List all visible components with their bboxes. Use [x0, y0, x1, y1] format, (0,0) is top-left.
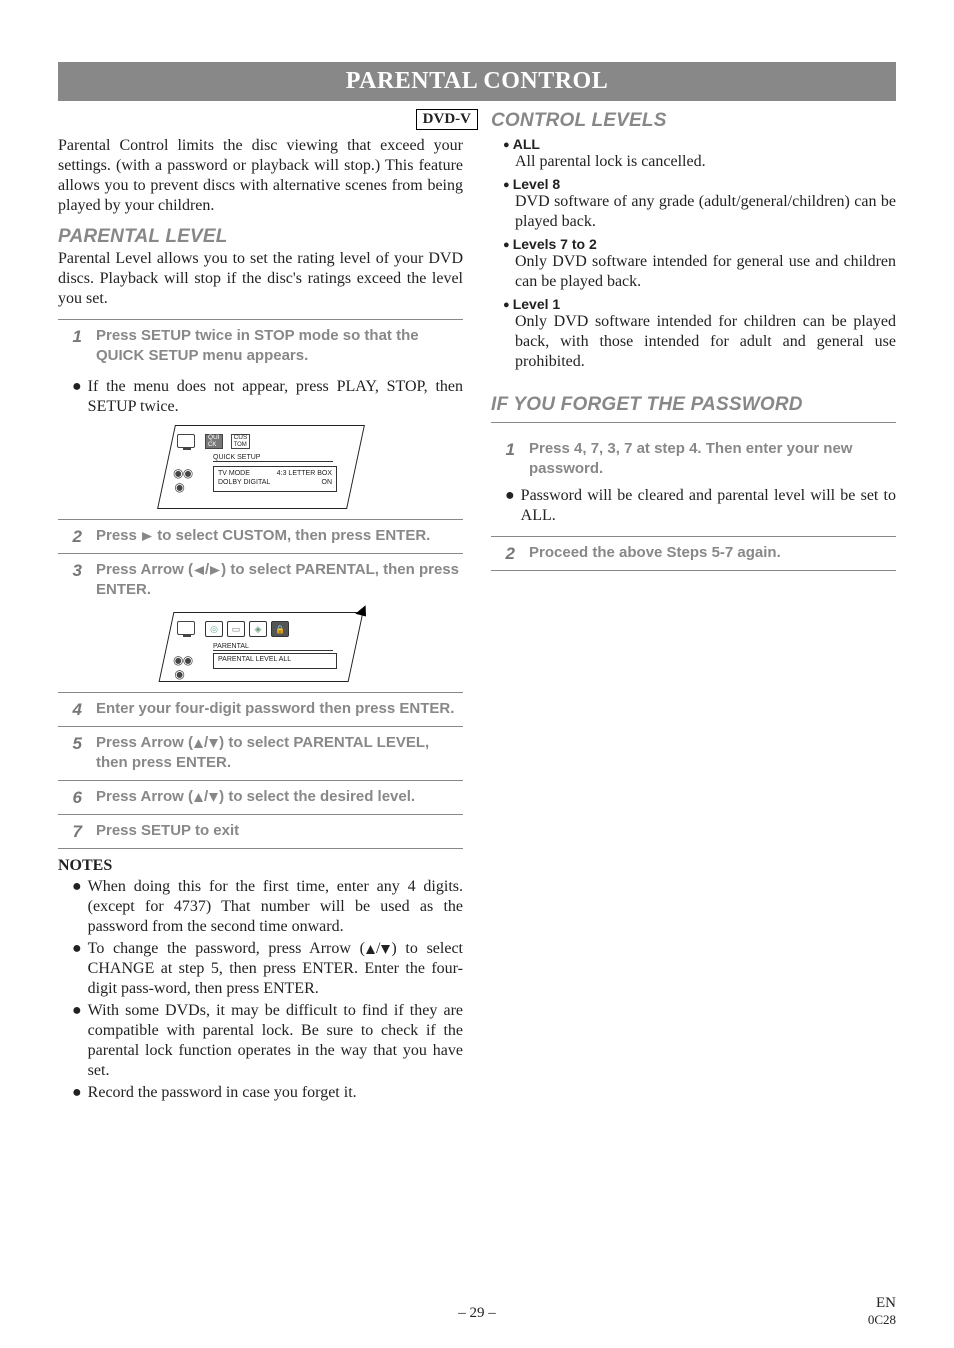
left-arrow-icon: [193, 565, 205, 576]
step-number: 1: [58, 326, 82, 347]
level-all-desc: All parental lock is cancelled.: [515, 152, 896, 172]
forget-password-heading: IF YOU FORGET THE PASSWORD: [491, 394, 896, 416]
level-7-2-desc: Only DVD software intended for general u…: [515, 252, 896, 292]
step-7: 7 Press SETUP to exit: [58, 814, 463, 849]
step-text: Enter your four-digit password then pres…: [96, 699, 463, 719]
fp-note: ● Password will be cleared and parental …: [505, 486, 896, 526]
level-8-heading: Level 8: [503, 176, 896, 192]
fp-note-text: Password will be cleared and parental le…: [521, 486, 896, 526]
up-arrow-icon: [193, 738, 204, 749]
parental-level-desc: Parental Level allows you to set the rat…: [58, 249, 463, 309]
notes-heading: NOTES: [58, 857, 463, 875]
quick-setup-diagram: ◉ ◉ ◉ QUICK CUSTOM QUICK SETUP TV MODE4:…: [58, 425, 463, 509]
left-column: Parental Control limits the disc viewing…: [58, 136, 463, 1105]
dvdv-badge: DVD-V: [416, 109, 478, 130]
up-arrow-icon: [193, 792, 204, 803]
step-text: Proceed the above Steps 5-7 again.: [529, 543, 896, 563]
step-number: 5: [58, 733, 82, 754]
level-1-desc: Only DVD software intended for children …: [515, 312, 896, 372]
step-3: 3 Press Arrow (/) to select PARENTAL, th…: [58, 553, 463, 607]
step-text: Press Arrow (/) to select PARENTAL LEVEL…: [96, 733, 463, 774]
right-arrow-icon: [141, 531, 153, 542]
step-number: 1: [491, 439, 515, 460]
step-text: Press Arrow (/) to select PARENTAL, then…: [96, 560, 463, 601]
step-number: 3: [58, 560, 82, 581]
step-number: 7: [58, 821, 82, 842]
step-text: Press SETUP to exit: [96, 821, 463, 841]
down-arrow-icon: [380, 944, 391, 955]
step-number: 2: [491, 543, 515, 564]
step-5: 5 Press Arrow (/) to select PARENTAL LEV…: [58, 726, 463, 780]
right-arrow-icon: [209, 565, 221, 576]
step-2: 2 Press to select CUSTOM, then press ENT…: [58, 519, 463, 553]
step1-note-text: If the menu does not appear, press PLAY,…: [88, 377, 463, 417]
level-all-heading: ALL: [503, 136, 896, 152]
level-1-heading: Level 1: [503, 296, 896, 312]
fp-step-1: 1 Press 4, 7, 3, 7 at step 4. Then enter…: [491, 433, 896, 486]
intro-text: Parental Control limits the disc viewing…: [58, 136, 463, 216]
page-banner: PARENTAL CONTROL: [58, 62, 896, 101]
step-4: 4 Enter your four-digit password then pr…: [58, 692, 463, 726]
parental-level-heading: PARENTAL LEVEL: [58, 226, 463, 248]
step-number: 4: [58, 699, 82, 720]
note-text: With some DVDs, it may be difficult to f…: [88, 1001, 463, 1081]
step-6: 6 Press Arrow (/) to select the desired …: [58, 780, 463, 814]
step-number: 2: [58, 526, 82, 547]
parental-diagram: ◉ ◉ ◉ ◎ ▭ ◈ 🔒 PARENTAL PARENTAL LEVEL AL…: [58, 612, 463, 682]
right-column: CONTROL LEVELS ALL All parental lock is …: [491, 136, 896, 1105]
step-text: Press SETUP twice in STOP mode so that t…: [96, 326, 463, 367]
down-arrow-icon: [208, 738, 219, 749]
page-number: – 29 –: [0, 1305, 954, 1322]
fp-step-2: 2 Proceed the above Steps 5-7 again.: [491, 536, 896, 571]
notes-list: ●When doing this for the first time, ent…: [58, 877, 463, 1103]
level-8-desc: DVD software of any grade (adult/general…: [515, 192, 896, 232]
step-number: 6: [58, 787, 82, 808]
step1-note: ● If the menu does not appear, press PLA…: [72, 377, 463, 417]
step-text: Press to select CUSTOM, then press ENTER…: [96, 526, 463, 546]
control-levels-heading: CONTROL LEVELS: [491, 110, 896, 132]
level-7-2-heading: Levels 7 to 2: [503, 236, 896, 252]
step-text: Press Arrow (/) to select the desired le…: [96, 787, 463, 807]
footer-right: EN 0C28: [868, 1295, 896, 1328]
step-1: 1 Press SETUP twice in STOP mode so that…: [58, 319, 463, 373]
note-text: When doing this for the first time, ente…: [88, 877, 463, 937]
up-arrow-icon: [365, 944, 376, 955]
step-text: Press 4, 7, 3, 7 at step 4. Then enter y…: [529, 439, 896, 480]
note-text: Record the password in case you forget i…: [88, 1083, 463, 1103]
down-arrow-icon: [208, 792, 219, 803]
note-text: To change the password, press Arrow (/) …: [88, 939, 463, 999]
